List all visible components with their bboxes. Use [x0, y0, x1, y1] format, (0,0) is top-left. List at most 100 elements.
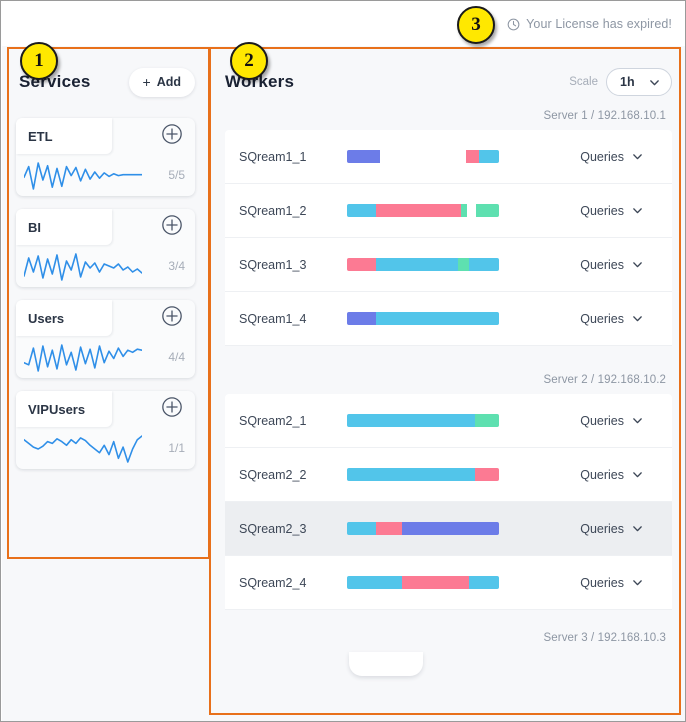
service-name-chip: BI	[16, 209, 112, 245]
queries-toggle[interactable]: Queries	[580, 204, 644, 218]
worker-row[interactable]: SQream2_4 Queries	[225, 556, 672, 610]
service-sparkline	[23, 158, 155, 192]
queries-label: Queries	[580, 311, 624, 326]
worker-usage-bar	[347, 204, 499, 217]
worker-list: SQream2_1 Queries SQream2_2 Queries SQream2_…	[225, 394, 672, 610]
worker-usage-bar	[347, 414, 499, 427]
service-name-chip: ETL	[16, 118, 112, 154]
worker-usage-bar	[347, 312, 499, 325]
usage-segment	[347, 468, 475, 481]
worker-name: SQream2_2	[239, 467, 307, 482]
service-name: BI	[28, 219, 41, 235]
scale-value: 1h	[620, 75, 635, 89]
server-label: Server 2 / 192.168.10.2	[543, 374, 666, 386]
queries-label: Queries	[580, 203, 624, 218]
service-card[interactable]: VIPUsers 1/1	[16, 391, 195, 469]
service-name-chip: Users	[16, 300, 112, 336]
service-card-header: ETL	[16, 118, 195, 154]
chevron-down-icon	[631, 522, 644, 535]
chevron-down-icon	[631, 150, 644, 163]
service-card-body: 3/4	[16, 245, 195, 287]
plus-circle-icon[interactable]	[161, 123, 183, 150]
chevron-down-icon	[631, 414, 644, 427]
queries-toggle[interactable]: Queries	[580, 414, 644, 428]
queries-toggle[interactable]: Queries	[580, 576, 644, 590]
services-panel: Services + Add ETL 5/5 BI 3/4 Users 4/4 VIPUse…	[2, 46, 209, 721]
worker-row[interactable]: SQream1_1 Queries	[225, 130, 672, 184]
add-service-label: Add	[156, 75, 181, 89]
queries-label: Queries	[580, 257, 624, 272]
usage-segment	[375, 312, 499, 325]
scale-select[interactable]: 1h	[606, 68, 672, 96]
service-sparkline	[23, 340, 155, 374]
service-name-chip: VIPUsers	[16, 391, 112, 427]
queries-label: Queries	[580, 413, 624, 428]
chevron-down-icon	[379, 654, 394, 674]
queries-toggle[interactable]: Queries	[580, 468, 644, 482]
license-notice: Your License has expired!	[507, 17, 672, 31]
worker-usage-bar	[347, 576, 499, 589]
service-card-body: 1/1	[16, 427, 195, 469]
service-card[interactable]: Users 4/4	[16, 300, 195, 378]
worker-usage-bar	[347, 258, 499, 271]
workers-header: Workers Scale 1h	[225, 60, 672, 104]
worker-list: SQream1_1 Queries SQream1_2 Queries SQream1_…	[225, 130, 672, 346]
worker-name: SQream2_4	[239, 575, 307, 590]
service-sparkline	[23, 431, 155, 465]
worker-row[interactable]: SQream2_2 Queries	[225, 448, 672, 502]
usage-segment	[401, 576, 469, 589]
usage-segment	[465, 150, 480, 163]
queries-label: Queries	[580, 575, 624, 590]
service-name: ETL	[28, 128, 53, 144]
queries-toggle[interactable]: Queries	[580, 150, 644, 164]
service-card-list: ETL 5/5 BI 3/4 Users 4/4 VIPUsers 1/1	[16, 118, 195, 482]
app-body: Services + Add ETL 5/5 BI 3/4 Users 4/4 VIPUse…	[2, 46, 685, 721]
plus-circle-icon[interactable]	[161, 396, 183, 423]
worker-row[interactable]: SQream1_3 Queries	[225, 238, 672, 292]
expand-collapse-button[interactable]	[349, 652, 423, 676]
usage-segment	[375, 258, 458, 271]
service-card-body: 5/5	[16, 154, 195, 196]
usage-segment	[467, 204, 477, 217]
chevron-down-icon	[631, 312, 644, 325]
queries-toggle[interactable]: Queries	[580, 258, 644, 272]
add-service-button[interactable]: + Add	[128, 67, 195, 97]
workers-panel: Workers Scale 1h Server 1 / 192.168.10.1…	[209, 46, 685, 721]
service-card-header: Users	[16, 300, 195, 336]
service-card-body: 4/4	[16, 336, 195, 378]
usage-segment	[347, 258, 376, 271]
usage-segment	[468, 258, 499, 271]
callout-badge-3: 3	[457, 6, 495, 44]
callout-badge-2: 2	[230, 42, 268, 80]
usage-segment	[375, 204, 461, 217]
callout-badge-1: 1	[20, 42, 58, 80]
scale-label: Scale	[569, 76, 598, 88]
chevron-down-icon	[631, 576, 644, 589]
service-card-header: BI	[16, 209, 195, 245]
plus-circle-icon[interactable]	[161, 305, 183, 332]
worker-row[interactable]: SQream2_1 Queries	[225, 394, 672, 448]
service-card[interactable]: BI 3/4	[16, 209, 195, 287]
service-card-header: VIPUsers	[16, 391, 195, 427]
usage-segment	[347, 204, 376, 217]
worker-usage-bar	[347, 468, 499, 481]
worker-name: SQream1_3	[239, 257, 307, 272]
worker-row[interactable]: SQream2_3 Queries	[225, 502, 672, 556]
server-label: Server 3 / 192.168.10.3	[543, 632, 666, 644]
plus-circle-icon[interactable]	[161, 214, 183, 241]
worker-row[interactable]: SQream1_4 Queries	[225, 292, 672, 346]
service-card[interactable]: ETL 5/5	[16, 118, 195, 196]
worker-name: SQream1_2	[239, 203, 307, 218]
usage-segment	[347, 150, 381, 163]
queries-toggle[interactable]: Queries	[580, 312, 644, 326]
usage-segment	[474, 468, 499, 481]
clock-icon	[507, 18, 520, 31]
usage-segment	[468, 576, 499, 589]
usage-segment	[476, 204, 499, 217]
worker-row[interactable]: SQream1_2 Queries	[225, 184, 672, 238]
usage-segment	[347, 312, 376, 325]
license-text: Your License has expired!	[526, 17, 672, 31]
queries-toggle[interactable]: Queries	[580, 522, 644, 536]
server-sections: Server 1 / 192.168.10.1 SQream1_1 Queries S…	[225, 104, 672, 652]
service-ratio: 3/4	[168, 259, 185, 273]
